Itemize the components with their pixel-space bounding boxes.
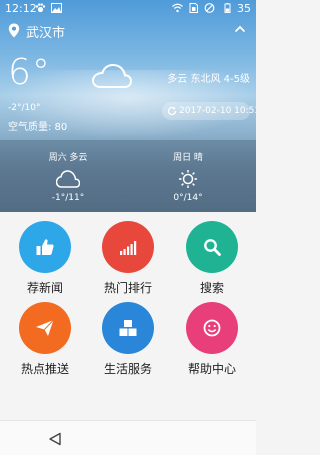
paper-plane-icon	[36, 319, 54, 336]
update-time: 2017-02-10 10:53	[179, 106, 256, 116]
push-button[interactable]	[19, 302, 71, 354]
battery-level: 35	[237, 2, 251, 15]
weather-panel: 12:12 35 武汉市 6° 多云 东北风 4-5级 -2°/10° 空气质量…	[0, 0, 256, 212]
smile-icon	[203, 319, 221, 337]
life-service-button[interactable]	[102, 302, 154, 354]
forecast-label: 周日 晴	[173, 153, 203, 163]
air-quality: 空气质量: 80	[8, 122, 68, 133]
navigation-bar	[0, 420, 256, 455]
status-bar: 12:12 35	[0, 0, 256, 18]
wifi-icon	[172, 3, 183, 13]
search-icon	[204, 239, 221, 256]
feature-grid: 荐新闻 热门排行 搜索 热点推送 生活服务 帮助中心	[0, 212, 256, 420]
sunny-icon	[179, 170, 197, 188]
cloudy-icon	[92, 63, 132, 88]
today-range: -2°/10°	[8, 103, 41, 113]
refresh-button[interactable]: 2017-02-10 10:53	[162, 102, 256, 120]
grid-label: 帮助中心	[187, 362, 236, 376]
location-pin-icon	[8, 23, 20, 38]
sim-icon	[189, 3, 198, 13]
cloudy-icon	[56, 170, 80, 188]
city-name: 武汉市	[26, 26, 66, 41]
forecast-range: 0°/14°	[173, 193, 203, 203]
grid-item-push[interactable]: 热点推送	[9, 302, 81, 377]
grid-item-help[interactable]: 帮助中心	[176, 302, 248, 377]
battery-icon	[224, 3, 231, 13]
forecast-day-sunday: 周日 晴 0°/14°	[148, 150, 228, 203]
news-button[interactable]	[19, 221, 71, 273]
grid-item-life-service[interactable]: 生活服务	[92, 302, 164, 377]
notification-paw-icon	[35, 3, 46, 13]
grid-label: 热点推送	[20, 362, 69, 376]
wind-description: 多云 东北风 4-5级	[167, 74, 250, 85]
refresh-icon	[167, 106, 177, 116]
forecast-range: -1°/11°	[51, 193, 85, 203]
forecast-day-saturday: 周六 多云 -1°/11°	[28, 150, 108, 203]
search-button[interactable]	[186, 221, 238, 273]
hot-ranking-button[interactable]	[102, 221, 154, 273]
grid-label: 生活服务	[103, 362, 152, 376]
boxes-icon	[119, 320, 137, 336]
do-not-disturb-icon	[204, 3, 215, 13]
help-button[interactable]	[186, 302, 238, 354]
thumbs-up-icon	[36, 239, 54, 255]
forecast-label: 周六 多云	[48, 153, 88, 163]
signal-bars-icon	[120, 241, 137, 255]
status-time: 12:12	[5, 2, 37, 15]
image-icon	[51, 3, 62, 13]
grid-item-search[interactable]: 搜索	[176, 221, 248, 296]
current-temperature: 6°	[8, 52, 51, 93]
grid-item-news[interactable]: 荐新闻	[9, 221, 81, 296]
grid-label: 荐新闻	[26, 281, 63, 295]
chevron-up-icon[interactable]	[234, 24, 246, 34]
grid-label: 热门排行	[103, 281, 152, 295]
grid-label: 搜索	[199, 281, 224, 295]
back-icon[interactable]	[48, 432, 62, 446]
grid-item-hot-ranking[interactable]: 热门排行	[92, 221, 164, 296]
